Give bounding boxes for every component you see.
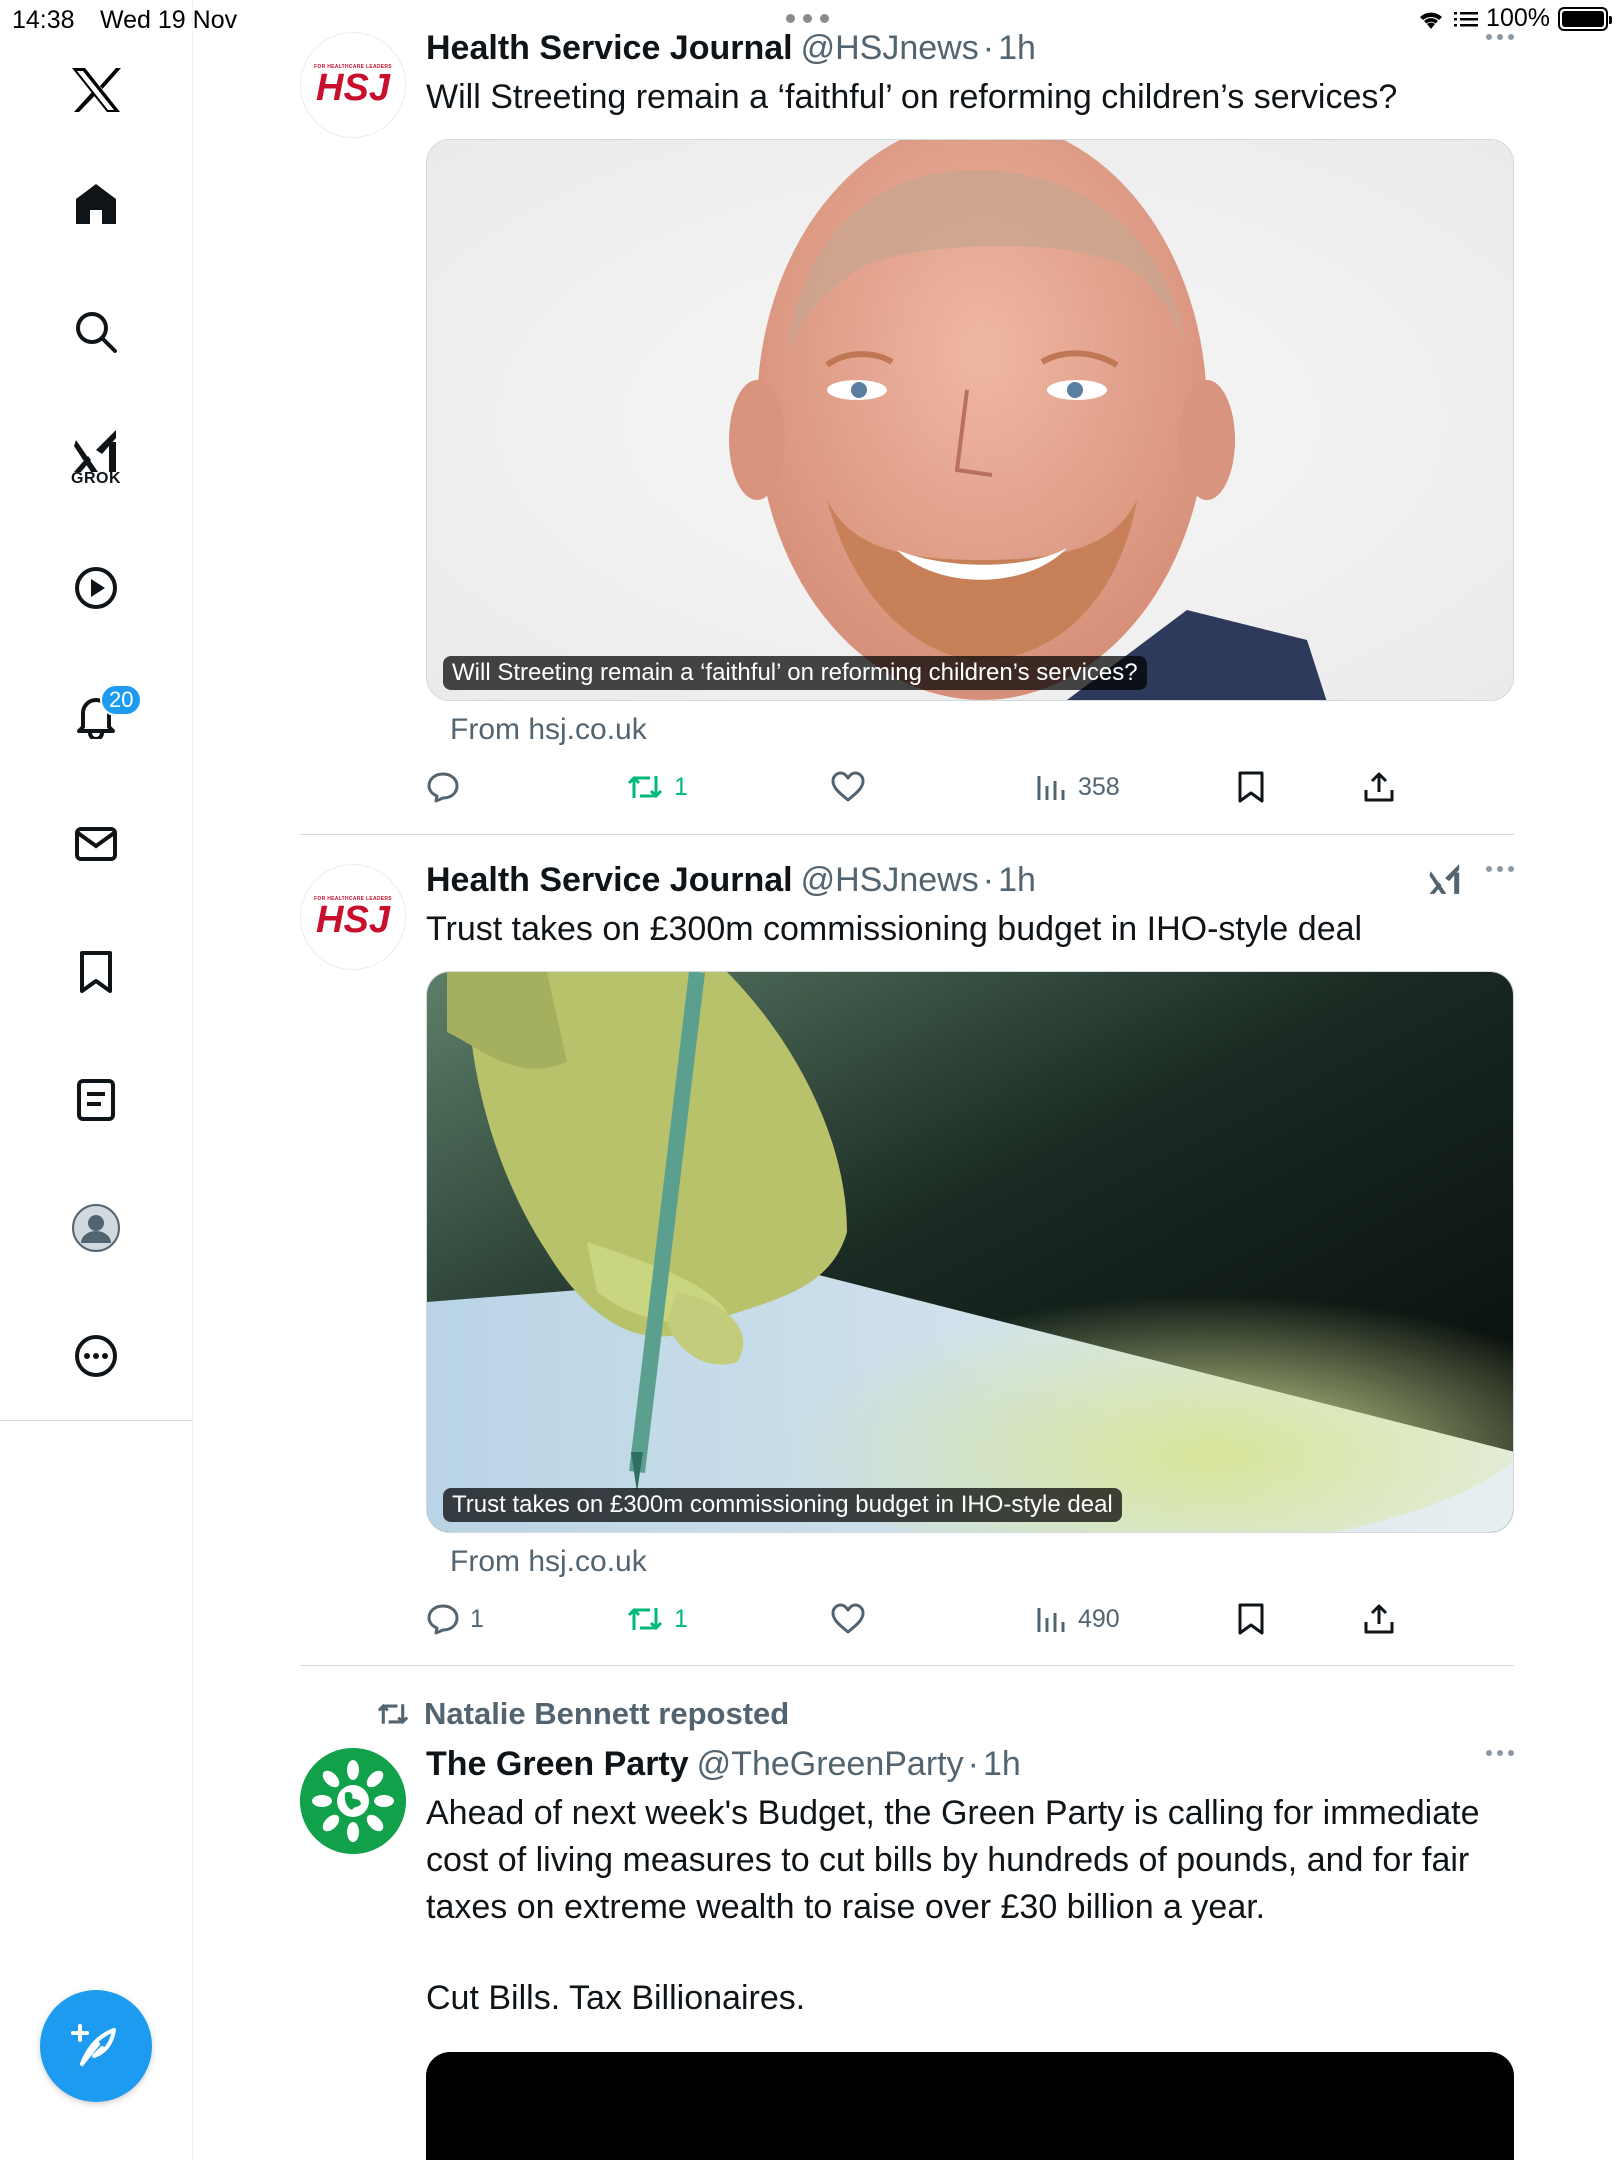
repost-count: 1 bbox=[674, 772, 688, 801]
tweet-text-2: Cut Bills. Tax Billionaires. bbox=[426, 1979, 806, 2017]
nav-grok[interactable]: GROK bbox=[56, 418, 136, 498]
media-caption: Will Streeting remain a ‘faithful’ on re… bbox=[443, 656, 1147, 690]
nav-bookmarks[interactable] bbox=[56, 932, 136, 1012]
heart-icon bbox=[831, 771, 865, 802]
grok-icon bbox=[74, 430, 116, 472]
repost-button[interactable]: 1 bbox=[626, 1591, 688, 1647]
repost-icon bbox=[627, 1607, 663, 1631]
tweet-separator bbox=[300, 834, 1514, 835]
reply-icon bbox=[427, 1604, 459, 1635]
tweet-2-header: Health Service Journal @HSJnews · 1h bbox=[426, 858, 1514, 902]
tweet-time[interactable]: 1h bbox=[998, 858, 1036, 902]
tweet-text: Ahead of next week's Budget, the Green P… bbox=[426, 1794, 1480, 1926]
tweet-1-header: Health Service Journal @HSJnews · 1h bbox=[426, 26, 1514, 70]
media-caption: Trust takes on £300m commissioning budge… bbox=[443, 1488, 1122, 1522]
author-name[interactable]: Health Service Journal bbox=[426, 858, 793, 902]
repost-icon bbox=[627, 775, 663, 799]
like-button[interactable] bbox=[830, 1591, 866, 1647]
tweet-actions: 1 358 bbox=[426, 759, 1514, 815]
repost-icon bbox=[377, 1703, 409, 1725]
views-button[interactable]: 358 bbox=[1034, 759, 1120, 815]
share-button[interactable] bbox=[1362, 759, 1396, 815]
grok-label: GROK bbox=[71, 470, 121, 487]
link-source[interactable]: From hsj.co.uk bbox=[450, 713, 1514, 747]
tweet-3-avatar[interactable] bbox=[300, 1748, 406, 1854]
sidebar: GROK 20 bbox=[0, 0, 193, 2160]
tweet-1-media[interactable]: Will Streeting remain a ‘faithful’ on re… bbox=[426, 139, 1514, 701]
tweet-time[interactable]: 1h bbox=[983, 1742, 1021, 1786]
tweet-2-media[interactable]: Trust takes on £300m commissioning budge… bbox=[426, 971, 1514, 1533]
author-handle[interactable]: @HSJnews bbox=[801, 26, 979, 70]
x-logo-button[interactable] bbox=[56, 50, 136, 130]
share-icon bbox=[1364, 772, 1394, 802]
multitasking-dots[interactable] bbox=[786, 14, 829, 23]
nav-more[interactable] bbox=[56, 1316, 136, 1396]
notification-badge: 20 bbox=[100, 684, 143, 716]
list-doc-icon bbox=[77, 1079, 115, 1121]
bookmark-icon bbox=[80, 951, 112, 993]
views-icon bbox=[1037, 776, 1065, 800]
share-icon bbox=[1364, 1604, 1394, 1634]
play-circle-icon bbox=[75, 567, 117, 609]
x-logo-icon bbox=[72, 68, 121, 112]
tweet-separator bbox=[300, 1665, 1514, 1666]
bookmark-button[interactable] bbox=[1236, 759, 1266, 815]
sidebar-divider bbox=[0, 1420, 193, 1421]
home-icon bbox=[76, 184, 116, 224]
views-button[interactable]: 490 bbox=[1034, 1591, 1120, 1647]
battery-icon bbox=[1558, 6, 1612, 31]
bookmark-button[interactable] bbox=[1236, 1591, 1266, 1647]
repost-context[interactable]: Natalie Bennett reposted bbox=[376, 1696, 789, 1732]
nav-home[interactable] bbox=[56, 164, 136, 244]
nav-lists[interactable] bbox=[56, 1060, 136, 1140]
author-handle[interactable]: @TheGreenParty bbox=[697, 1742, 964, 1786]
heart-icon bbox=[831, 1603, 865, 1634]
more-circle-icon bbox=[75, 1335, 117, 1377]
nav-profile[interactable] bbox=[56, 1188, 136, 1268]
views-count: 358 bbox=[1078, 772, 1120, 801]
reply-button[interactable] bbox=[426, 759, 460, 815]
repost-button[interactable]: 1 bbox=[626, 759, 688, 815]
tweet-2-avatar[interactable]: FOR HEALTHCARE LEADERS HSJ bbox=[300, 864, 406, 970]
author-name[interactable]: Health Service Journal bbox=[426, 26, 793, 70]
tweet-3-media[interactable] bbox=[426, 2052, 1514, 2160]
more-options-icon[interactable] bbox=[1486, 34, 1514, 40]
nav-messages[interactable] bbox=[56, 804, 136, 884]
search-icon bbox=[76, 312, 117, 353]
hand-writing-photo bbox=[427, 972, 1513, 1532]
bookmark-icon bbox=[1238, 1603, 1264, 1635]
tweet-text: Trust takes on £300m commissioning budge… bbox=[426, 910, 1363, 948]
nav-notifications[interactable]: 20 bbox=[56, 676, 143, 756]
bookmark-icon bbox=[1238, 771, 1264, 803]
nav-search[interactable] bbox=[56, 292, 136, 372]
reply-count: 1 bbox=[470, 1604, 484, 1633]
feather-plus-icon bbox=[71, 2024, 116, 2066]
tweet-actions: 1 1 490 bbox=[426, 1591, 1514, 1647]
reply-icon bbox=[427, 772, 459, 803]
mail-icon bbox=[75, 827, 117, 861]
grok-icon[interactable] bbox=[1428, 862, 1462, 896]
tweet-time[interactable]: 1h bbox=[998, 26, 1036, 70]
nav-videos[interactable] bbox=[56, 548, 136, 628]
share-button[interactable] bbox=[1362, 1591, 1396, 1647]
views-icon bbox=[1037, 1608, 1065, 1632]
like-button[interactable] bbox=[830, 759, 866, 815]
repost-count: 1 bbox=[674, 1604, 688, 1633]
reposted-by-label: Natalie Bennett reposted bbox=[424, 1696, 790, 1731]
avatar-icon bbox=[72, 1204, 120, 1252]
more-options-icon[interactable] bbox=[1486, 1750, 1514, 1756]
compose-button[interactable] bbox=[40, 1990, 152, 2102]
more-options-icon[interactable] bbox=[1486, 866, 1514, 872]
portrait-photo bbox=[427, 140, 1513, 700]
author-handle[interactable]: @HSJnews bbox=[801, 858, 979, 902]
views-count: 490 bbox=[1078, 1604, 1120, 1633]
tweet-1-avatar[interactable]: FOR HEALTHCARE LEADERS HSJ bbox=[300, 32, 406, 138]
green-party-logo-icon bbox=[300, 1748, 406, 1854]
link-source[interactable]: From hsj.co.uk bbox=[450, 1545, 1514, 1579]
author-name[interactable]: The Green Party bbox=[426, 1742, 689, 1786]
reply-button[interactable]: 1 bbox=[426, 1591, 484, 1647]
tweet-text: Will Streeting remain a ‘faithful’ on re… bbox=[426, 78, 1398, 116]
tweet-3-header: The Green Party @TheGreenParty · 1h bbox=[426, 1742, 1514, 1786]
